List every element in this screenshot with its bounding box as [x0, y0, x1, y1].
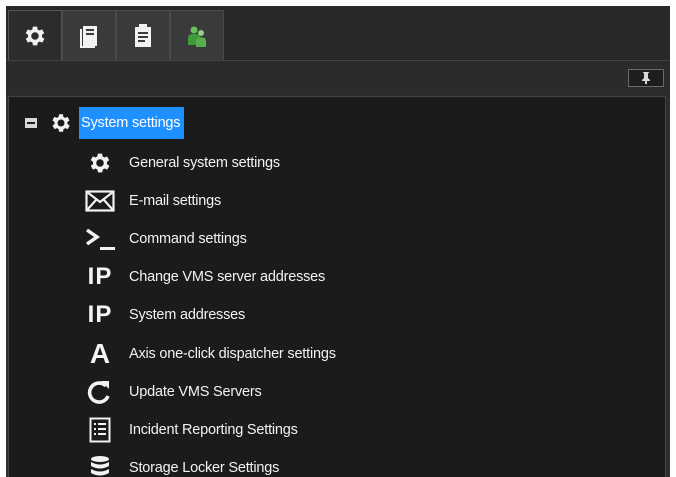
- tree-item-label: Change VMS server addresses: [129, 269, 326, 285]
- tree-item-label: Storage Locker Settings: [129, 460, 280, 476]
- tree-item-storage-locker-settings[interactable]: Storage Locker Settings: [81, 450, 279, 477]
- gear-icon: [25, 26, 45, 45]
- tree-item-incident-reporting-settings[interactable]: Incident Reporting Settings: [81, 412, 298, 448]
- tree-item-label: General system settings: [129, 155, 280, 171]
- collapse-toggle[interactable]: [25, 118, 37, 128]
- settings-tree: System settings General system settings …: [8, 96, 666, 477]
- refresh-icon: [81, 375, 119, 409]
- tab-servers[interactable]: [62, 10, 116, 60]
- tab-reports[interactable]: [116, 10, 170, 60]
- gear-icon: [49, 111, 73, 135]
- tree-item-label: Axis one-click dispatcher settings: [129, 346, 336, 362]
- tree-item-email-settings[interactable]: E-mail settings: [81, 183, 221, 219]
- tree-item-label: System addresses: [129, 307, 246, 323]
- tab-system-settings[interactable]: [8, 10, 62, 60]
- pin-icon: [642, 72, 650, 84]
- terminal-icon: [81, 222, 119, 256]
- tree-item-label: E-mail settings: [129, 193, 222, 209]
- database-icon: [81, 451, 119, 477]
- tree-root-label[interactable]: System settings: [79, 107, 185, 139]
- tree-item-system-addresses[interactable]: IP System addresses: [81, 297, 246, 333]
- tab-users[interactable]: [170, 10, 224, 60]
- tree-item-label: Update VMS Servers: [129, 384, 262, 400]
- users-icon: [188, 26, 206, 47]
- clipboard-icon: [135, 23, 151, 47]
- axis-icon: A: [89, 338, 111, 369]
- ip-icon: IP: [87, 263, 113, 290]
- tool-strip: [6, 60, 670, 95]
- application-window: System settings General system settings …: [6, 6, 670, 477]
- tree-root-system-settings[interactable]: System settings: [25, 107, 185, 139]
- tab-bar: [6, 6, 670, 60]
- server-icon: [80, 25, 97, 48]
- pin-button[interactable]: [628, 69, 664, 87]
- tree-item-update-vms-servers[interactable]: Update VMS Servers: [81, 374, 262, 410]
- tree-item-axis-dispatcher-settings[interactable]: A Axis one-click dispatcher settings: [81, 336, 336, 372]
- tree-item-label: Command settings: [129, 231, 247, 247]
- tree-item-label: Incident Reporting Settings: [129, 422, 298, 438]
- tree-item-command-settings[interactable]: Command settings: [81, 221, 247, 257]
- gear-icon: [81, 146, 119, 180]
- tree-item-change-vms-server-addresses[interactable]: IP Change VMS server addresses: [81, 259, 326, 295]
- tree-item-general-system-settings[interactable]: General system settings: [81, 145, 280, 181]
- list-icon: [81, 413, 119, 447]
- mail-icon: [81, 184, 119, 218]
- ip-icon: IP: [87, 301, 113, 328]
